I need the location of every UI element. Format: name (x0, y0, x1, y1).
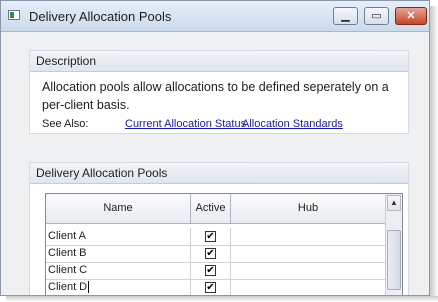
cell-name[interactable]: Client C (46, 262, 191, 279)
active-checkbox[interactable]: ✔ (205, 282, 216, 293)
description-panel: Description Allocation pools allow alloc… (29, 50, 409, 134)
active-checkbox[interactable]: ✔ (205, 231, 216, 242)
scrollbar-thumb[interactable] (387, 230, 401, 290)
close-button[interactable]: ✕ (395, 7, 427, 25)
table-row[interactable]: Client D ✔ (46, 279, 386, 295)
window-shadow-bottom (6, 296, 438, 302)
cell-hub[interactable] (231, 228, 386, 245)
vertical-scrollbar[interactable]: ▲ (385, 194, 402, 295)
cell-name-editing[interactable]: Client D (46, 279, 191, 295)
description-header: Description (30, 51, 408, 72)
active-checkbox[interactable]: ✔ (205, 248, 216, 259)
name-value[interactable]: Client D (48, 281, 87, 293)
cell-hub[interactable] (231, 279, 386, 295)
table-row[interactable]: Client B ✔ (46, 245, 386, 263)
window-title: Delivery Allocation Pools (29, 9, 172, 24)
minimize-button[interactable]: ▁ (333, 7, 358, 25)
active-checkbox[interactable]: ✔ (205, 265, 216, 276)
current-allocation-status-link[interactable]: Current Allocation Status (125, 118, 246, 130)
cell-name[interactable]: Client B (46, 245, 191, 262)
cell-hub[interactable] (231, 245, 386, 262)
cell-active: ✔ (191, 228, 231, 245)
allocation-standards-link[interactable]: Allocation Standards (242, 118, 343, 130)
description-text: Allocation pools allow allocations to be… (42, 80, 389, 112)
title-bar: Delivery Allocation Pools ▁ ▭ ✕ (1, 1, 429, 32)
column-header-hub[interactable]: Hub (231, 194, 386, 223)
app-icon (8, 10, 20, 20)
window-shadow-right (430, 6, 438, 302)
column-header-active[interactable]: Active (191, 194, 231, 223)
cell-name[interactable]: Client A (46, 228, 191, 245)
cell-active: ✔ (191, 279, 231, 295)
column-header-name[interactable]: Name (46, 194, 191, 223)
text-caret (88, 281, 90, 294)
pools-header: Delivery Allocation Pools (30, 163, 408, 184)
maximize-button[interactable]: ▭ (364, 7, 389, 25)
see-also-label: See Also: (42, 118, 89, 130)
cell-hub[interactable] (231, 262, 386, 279)
delivery-allocation-pools-window: Delivery Allocation Pools ▁ ▭ ✕ Descript… (0, 0, 430, 296)
scroll-up-icon[interactable]: ▲ (387, 195, 401, 211)
cell-active: ✔ (191, 245, 231, 262)
grid-header-row: Name Active Hub (46, 194, 386, 224)
table-row[interactable]: Client C ✔ (46, 262, 386, 280)
pools-grid: Name Active Hub Client A ✔ Client B ✔ Cl… (45, 193, 403, 295)
table-row[interactable]: Client A ✔ (46, 228, 386, 246)
cell-active: ✔ (191, 262, 231, 279)
pools-panel: Delivery Allocation Pools Name Active Hu… (29, 162, 409, 295)
